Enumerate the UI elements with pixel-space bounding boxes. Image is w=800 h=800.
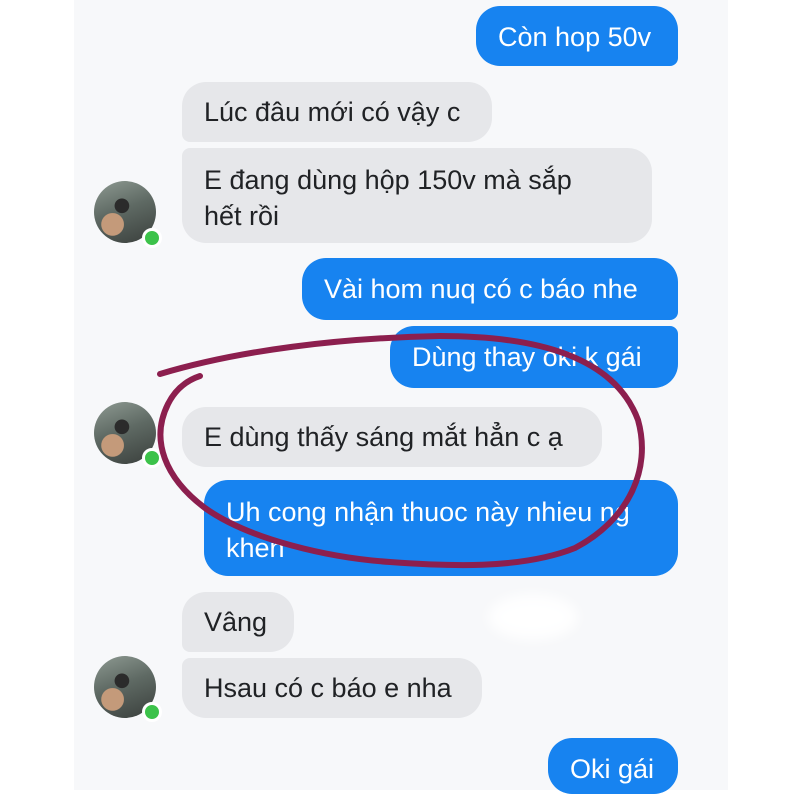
incoming-message[interactable]: E đang dùng hộp 150v mà sắp hết rồi [182,148,652,243]
outgoing-message[interactable]: Vài hom nuq có c báo nhe [302,258,678,320]
message-text: Hsau có c báo e nha [204,673,452,703]
message-text: Oki gái [570,754,655,784]
incoming-message[interactable]: E dùng thấy sáng mắt hẳn c ạ [182,407,602,467]
online-status-icon [142,228,162,248]
outgoing-message[interactable]: Dùng thay oki k gái [390,326,678,388]
message-text: Còn hop 50v [498,22,652,52]
message-text-line: khen [226,533,285,563]
online-status-icon [142,448,162,468]
incoming-message[interactable]: Lúc đâu mới có vậy c [182,82,492,142]
online-status-icon [142,702,162,722]
message-text: Dùng thay oki k gái [412,342,642,372]
message-text-line: E đang dùng hộp 150v mà sắp [204,165,572,195]
outgoing-message[interactable]: Uh cong nhận thuoc này nhieu ng khen [204,480,678,576]
message-text-line: hết rồi [204,201,280,231]
message-text: Lúc đâu mới có vậy c [204,97,461,127]
outgoing-message[interactable]: Còn hop 50v [476,6,678,66]
message-text-line: Uh cong nhận thuoc này nhieu ng [226,497,630,527]
message-text: Vâng [204,607,268,637]
message-text: E dùng thấy sáng mắt hẳn c ạ [204,422,563,452]
outgoing-message[interactable]: Oki gái [548,738,678,794]
incoming-message[interactable]: Vâng [182,592,294,652]
blur-smudge [488,594,578,640]
message-text: Vài hom nuq có c báo nhe [324,274,638,304]
incoming-message[interactable]: Hsau có c báo e nha [182,658,482,718]
